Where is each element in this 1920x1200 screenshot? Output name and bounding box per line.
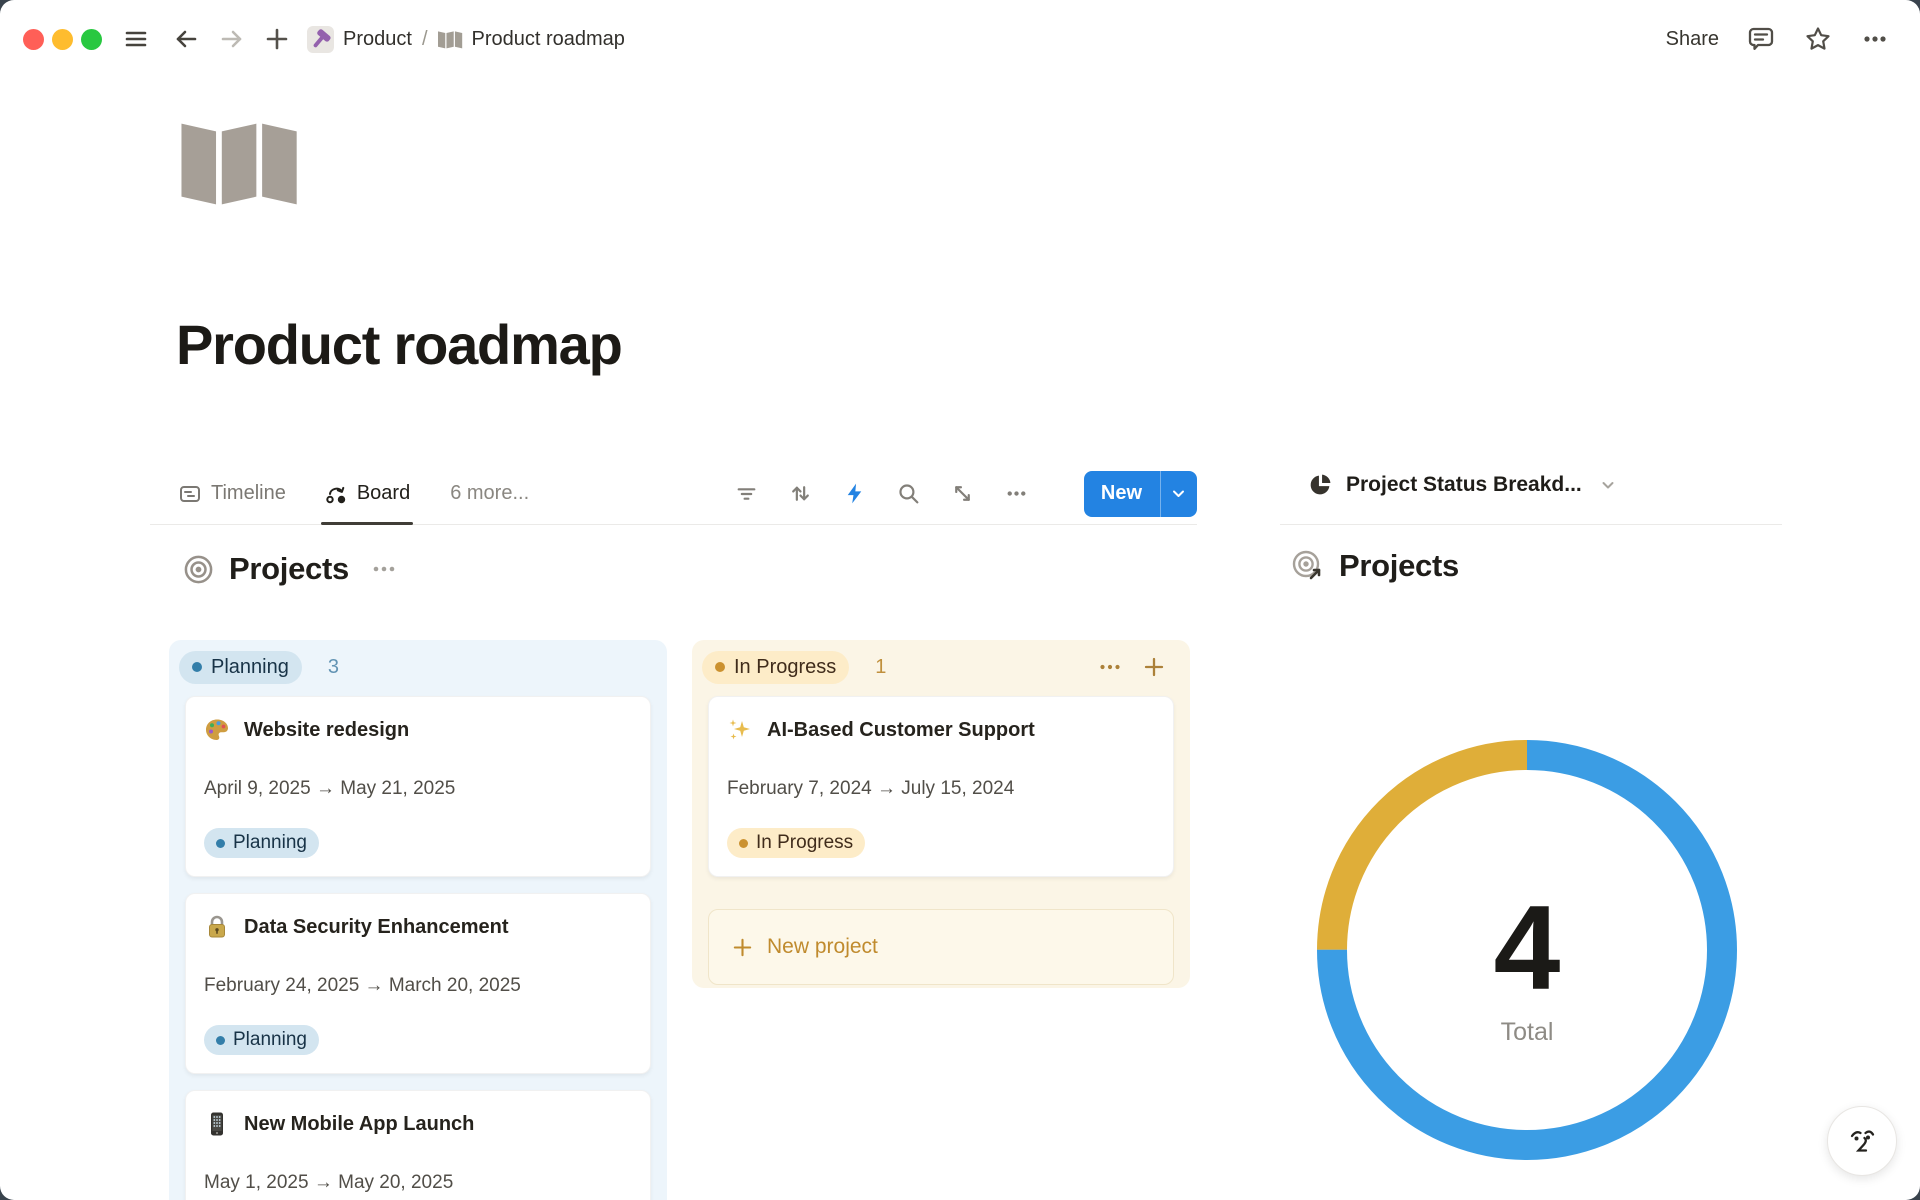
project-card-website-redesign[interactable]: Website redesign April 9, 2025 → May 21,… bbox=[185, 696, 651, 877]
plus-icon bbox=[731, 936, 754, 959]
status-dot bbox=[216, 1036, 225, 1045]
filter-icon[interactable] bbox=[734, 481, 759, 506]
target-icon bbox=[183, 554, 214, 585]
board-column-planning: Planning 3 Website redesign April 9, 202… bbox=[169, 640, 667, 1200]
sparkles-icon bbox=[727, 717, 753, 743]
app-window: Product / Product roadmap Share Product … bbox=[0, 0, 1920, 1200]
window-close-button[interactable] bbox=[23, 29, 44, 50]
pie-chart-icon bbox=[1308, 472, 1333, 497]
chart-source-label: Projects bbox=[1339, 548, 1459, 584]
lock-icon bbox=[204, 914, 230, 940]
column-count: 1 bbox=[875, 656, 886, 679]
new-button-dropdown[interactable] bbox=[1160, 471, 1197, 517]
comments-icon[interactable] bbox=[1746, 24, 1776, 54]
timeline-icon bbox=[178, 482, 202, 506]
breadcrumb-teamspace[interactable]: Product bbox=[307, 26, 412, 53]
new-button-label[interactable]: New bbox=[1084, 471, 1160, 517]
chart-total-value: 4 bbox=[1297, 878, 1757, 1018]
tab-board[interactable]: Board bbox=[324, 463, 410, 524]
tab-board-label: Board bbox=[357, 482, 410, 505]
notion-ai-button[interactable] bbox=[1827, 1106, 1897, 1176]
status-pill-planning[interactable]: Planning bbox=[179, 651, 302, 684]
board-heading-menu-icon[interactable] bbox=[371, 556, 397, 582]
map-icon bbox=[438, 27, 463, 52]
chart-selector-label: Project Status Breakd... bbox=[1346, 473, 1582, 497]
chart-selector[interactable]: Project Status Breakd... bbox=[1308, 472, 1617, 497]
card-status-tag: Planning bbox=[204, 828, 319, 858]
notion-ai-face-icon bbox=[1843, 1122, 1881, 1160]
tab-timeline-label: Timeline bbox=[211, 482, 286, 505]
traffic-lights bbox=[23, 29, 102, 50]
hamburger-menu-icon[interactable] bbox=[122, 25, 150, 53]
chart-total-label: Total bbox=[1297, 1018, 1757, 1047]
more-options-icon[interactable] bbox=[1860, 24, 1890, 54]
status-dot bbox=[739, 839, 748, 848]
palette-icon bbox=[204, 717, 230, 743]
card-title-text: Data Security Enhancement bbox=[244, 914, 509, 940]
column-menu-ellipsis-icon[interactable] bbox=[1098, 655, 1122, 679]
search-icon[interactable] bbox=[896, 481, 921, 506]
new-project-button[interactable]: New project bbox=[708, 909, 1174, 985]
card-date-range: April 9, 2025 → May 21, 2025 bbox=[204, 779, 632, 798]
board-heading-label: Projects bbox=[229, 551, 349, 587]
status-dot bbox=[715, 662, 725, 672]
status-pill-label: In Progress bbox=[734, 656, 836, 679]
breadcrumb-page-label: Product roadmap bbox=[472, 28, 625, 51]
column-add-plus-icon[interactable] bbox=[1142, 655, 1166, 679]
new-project-label: New project bbox=[767, 935, 878, 959]
sort-icon[interactable] bbox=[788, 481, 813, 506]
board-section-heading: Projects bbox=[183, 551, 397, 587]
card-title-text: Website redesign bbox=[244, 717, 409, 743]
linked-target-icon bbox=[1290, 548, 1326, 584]
column-header: Planning 3 bbox=[179, 647, 651, 687]
card-title-text: New Mobile App Launch bbox=[244, 1111, 474, 1137]
view-tab-bar: Timeline Board 6 more... bbox=[150, 463, 1197, 525]
breadcrumb-page[interactable]: Product roadmap bbox=[438, 27, 625, 52]
status-pill-in-progress[interactable]: In Progress bbox=[702, 651, 849, 684]
status-pill-label: Planning bbox=[211, 656, 289, 679]
project-card-data-security[interactable]: Data Security Enhancement February 24, 2… bbox=[185, 893, 651, 1074]
project-card-ai-support[interactable]: AI-Based Customer Support February 7, 20… bbox=[708, 696, 1174, 877]
card-date-range: February 24, 2025 → March 20, 2025 bbox=[204, 976, 632, 995]
new-button[interactable]: New bbox=[1084, 471, 1197, 517]
view-options-ellipsis-icon[interactable] bbox=[1004, 481, 1029, 506]
chart-source-heading: Projects bbox=[1290, 548, 1459, 584]
breadcrumb-separator: / bbox=[422, 28, 428, 51]
window-zoom-button[interactable] bbox=[81, 29, 102, 50]
board-column-in-progress: In Progress 1 AI-Based Customer Support bbox=[692, 640, 1190, 988]
new-tab-plus-icon[interactable] bbox=[263, 25, 291, 53]
window-minimize-button[interactable] bbox=[52, 29, 73, 50]
forward-arrow-icon[interactable] bbox=[218, 25, 246, 53]
hammer-icon bbox=[307, 26, 334, 53]
chevron-down-icon bbox=[1599, 476, 1617, 494]
card-title-text: AI-Based Customer Support bbox=[767, 717, 1035, 743]
board-icon bbox=[324, 482, 348, 506]
page-title[interactable]: Product roadmap bbox=[176, 312, 622, 377]
mobile-phone-icon bbox=[204, 1111, 230, 1137]
status-dot bbox=[216, 839, 225, 848]
tab-timeline[interactable]: Timeline bbox=[178, 463, 286, 524]
share-button[interactable]: Share bbox=[1666, 28, 1719, 51]
tab-more[interactable]: 6 more... bbox=[450, 482, 529, 505]
window-titlebar: Product / Product roadmap Share bbox=[0, 0, 1920, 78]
expand-icon[interactable] bbox=[950, 481, 975, 506]
card-status-tag: In Progress bbox=[727, 828, 865, 858]
right-panel-divider bbox=[1280, 524, 1782, 525]
column-header: In Progress 1 bbox=[702, 647, 1174, 687]
card-status-tag: Planning bbox=[204, 1025, 319, 1055]
card-date-range: May 1, 2025 → May 20, 2025 bbox=[204, 1173, 632, 1192]
automation-lightning-icon[interactable] bbox=[842, 481, 867, 506]
card-date-range: February 7, 2024 → July 15, 2024 bbox=[727, 779, 1155, 798]
favorite-star-icon[interactable] bbox=[1803, 24, 1833, 54]
back-arrow-icon[interactable] bbox=[172, 25, 200, 53]
status-dot bbox=[192, 662, 202, 672]
column-count: 3 bbox=[328, 656, 339, 679]
breadcrumb-teamspace-label: Product bbox=[343, 28, 412, 51]
project-card-mobile-app[interactable]: New Mobile App Launch May 1, 2025 → May … bbox=[185, 1090, 651, 1200]
page-icon-map[interactable] bbox=[180, 116, 302, 217]
